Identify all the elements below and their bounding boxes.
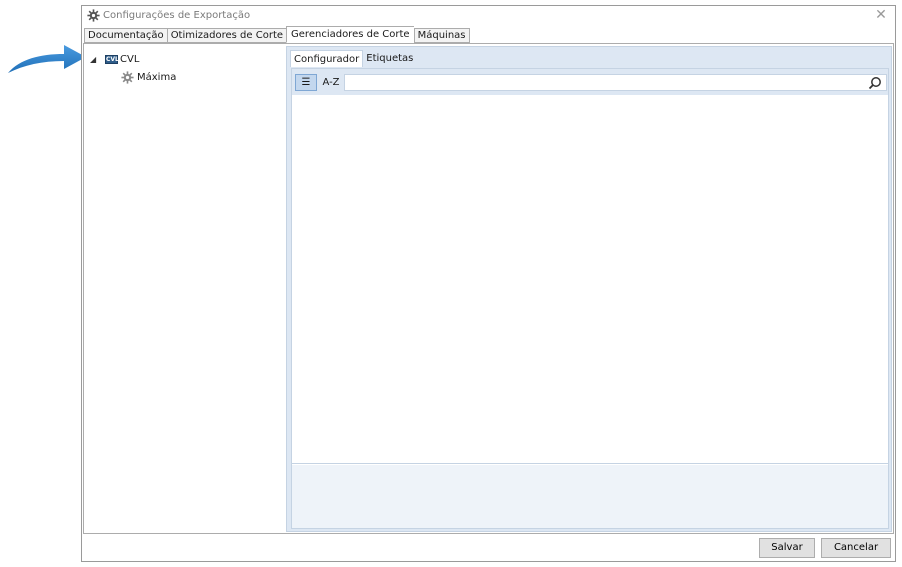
sub-tabs: Configurador Etiquetas — [290, 50, 416, 67]
tab-etiquetas[interactable]: Etiquetas — [363, 50, 416, 67]
tree-item-label: CVL — [120, 53, 140, 65]
alphabetical-view-button[interactable]: A-Z — [319, 74, 343, 91]
window-title: Configurações de Exportação — [103, 10, 251, 21]
dialog-footer: Salvar Cancelar — [82, 535, 895, 561]
gear-icon — [121, 70, 134, 84]
search-icon[interactable] — [868, 76, 882, 90]
save-button[interactable]: Salvar — [759, 538, 815, 558]
close-button[interactable]: ✕ — [873, 7, 889, 23]
search-input[interactable] — [344, 74, 887, 91]
property-grid: ☰ A-Z — [291, 68, 889, 529]
tab-configurador[interactable]: Configurador — [290, 50, 364, 67]
cvl-logo-icon: CVL — [105, 54, 119, 64]
tree-item-maxima[interactable]: Máxima — [121, 70, 176, 84]
pointer-arrow-icon — [8, 45, 86, 73]
gear-icon — [87, 9, 100, 22]
configuration-panel: Configurador Etiquetas ☰ A-Z — [286, 46, 892, 532]
tab-content: ◢ CVL CVL Máxima Configurador Etiquetas … — [83, 43, 894, 534]
property-list[interactable] — [292, 95, 888, 464]
tree-item-cvl[interactable]: ◢ CVL CVL — [90, 52, 139, 66]
tab-gerenciadores-de-corte[interactable]: Gerenciadores de Corte — [286, 26, 414, 43]
tab-otimizadores-de-corte[interactable]: Otimizadores de Corte — [166, 28, 287, 43]
categorized-view-button[interactable]: ☰ — [295, 74, 317, 91]
tree-item-label: Máxima — [137, 71, 177, 83]
tab-maquinas[interactable]: Máquinas — [413, 28, 470, 43]
property-toolbar: ☰ A-Z — [292, 69, 888, 95]
cut-managers-tree: ◢ CVL CVL Máxima — [84, 44, 284, 533]
close-icon: ✕ — [875, 7, 887, 23]
export-settings-window: Configurações de Exportação ✕ Documentaç… — [81, 5, 896, 562]
main-tabs: Documentação Otimizadores de Corte Geren… — [84, 26, 470, 43]
description-area — [292, 465, 888, 528]
title-bar: Configurações de Exportação ✕ — [82, 6, 895, 26]
expander-icon[interactable]: ◢ — [90, 55, 98, 64]
cancel-button[interactable]: Cancelar — [821, 538, 891, 558]
tab-documentacao[interactable]: Documentação — [84, 28, 167, 43]
categorized-icon: ☰ — [301, 77, 311, 88]
